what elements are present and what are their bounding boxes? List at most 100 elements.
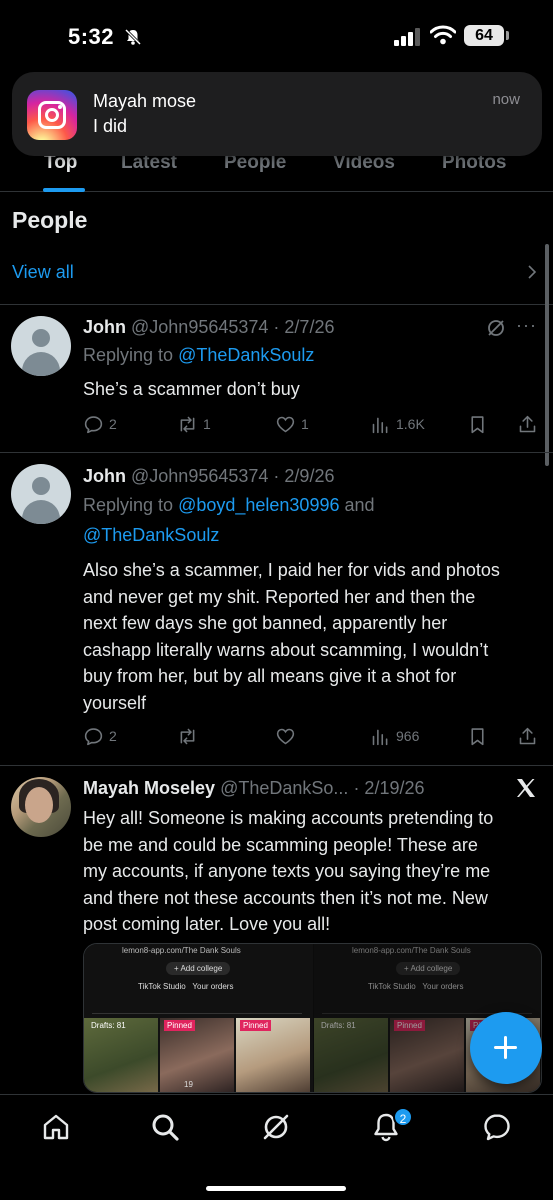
bookmark-button[interactable] <box>467 412 488 436</box>
like-count: 1 <box>301 416 309 432</box>
tweet-actions: 2 966 <box>83 724 543 748</box>
bookmark-icon <box>471 415 484 433</box>
media-text: 19 <box>184 1080 193 1089</box>
media-text: TikTok Studio Your orders <box>138 982 234 991</box>
views-button[interactable]: 966 <box>370 724 419 748</box>
battery-indicator: 64 <box>464 25 504 46</box>
reply-icon <box>84 727 103 745</box>
avatar[interactable] <box>11 316 71 376</box>
bookmark-button[interactable] <box>467 724 488 748</box>
tweet[interactable]: John @John95645374 · 2/7/26 ··· Replying… <box>0 305 553 452</box>
tweet[interactable]: John @John95645374 · 2/9/26 Replying to … <box>0 453 553 765</box>
share-icon <box>519 727 536 744</box>
media-thumb: Pinned <box>236 1018 310 1092</box>
author-handle: @John95645374 <box>131 466 269 486</box>
nav-messages[interactable] <box>481 1111 513 1143</box>
tweet-date: · 2/7/26 <box>273 317 335 337</box>
repost-button[interactable]: 1 <box>177 412 211 436</box>
nav-home[interactable] <box>40 1111 72 1143</box>
avatar[interactable] <box>11 777 71 837</box>
x-logo-icon <box>517 779 535 797</box>
chevron-right-icon <box>528 265 537 279</box>
view-count: 1.6K <box>396 416 425 432</box>
like-button[interactable] <box>275 724 301 748</box>
media-thumb: Drafts: 81 <box>84 1018 158 1092</box>
home-icon <box>43 1114 69 1140</box>
nav-grok[interactable] <box>260 1111 292 1143</box>
signal-icon <box>394 28 420 46</box>
tweet-header: John @John95645374 · 2/9/26 <box>83 466 334 487</box>
bookmark-icon <box>471 727 484 745</box>
media-text: + Add college <box>396 962 461 975</box>
tweet-media[interactable]: lemon8-app.com/The Dank Souls + Add coll… <box>83 943 542 1093</box>
grok-icon <box>263 1114 289 1140</box>
replying-to: Replying to @boyd_helen30996 and @TheDank… <box>83 495 375 545</box>
author-name[interactable]: Mayah Moseley <box>83 778 215 798</box>
repost-button[interactable] <box>177 724 203 748</box>
reply-icon <box>84 415 103 433</box>
notification-sender: Mayah mose <box>93 91 197 111</box>
media-text: lemon8-app.com/The Dank Souls <box>352 946 471 955</box>
like-button[interactable]: 1 <box>275 412 309 436</box>
replying-to: Replying to @TheDankSoulz <box>83 345 315 365</box>
more-options-icon[interactable]: ··· <box>516 315 537 336</box>
mention-link[interactable]: @boyd_helen30996 <box>178 495 339 515</box>
reply-count: 2 <box>109 416 117 432</box>
tweet-text: Also she’s a scammer, I paid her for vid… <box>83 560 500 713</box>
notification-banner[interactable]: Mayah mose I did now <box>12 72 542 156</box>
heart-icon <box>276 416 295 432</box>
analytics-icon <box>372 417 388 433</box>
bell-slash-icon <box>124 28 142 46</box>
repost-icon <box>180 728 195 744</box>
repost-icon <box>180 416 195 432</box>
share-button[interactable] <box>517 412 538 436</box>
share-button[interactable] <box>517 724 538 748</box>
tweet-date: · 2/19/26 <box>353 778 425 798</box>
status-bar: 5:32 64 <box>0 0 553 72</box>
media-text: TikTok Studio Your orders <box>368 982 464 991</box>
instagram-icon <box>27 90 77 140</box>
share-icon <box>519 415 536 432</box>
tweet-header: Mayah Moseley @TheDankSo... · 2/19/26 <box>83 778 425 799</box>
tweet-actions: 2 1 1 1.6K <box>83 412 543 436</box>
search-icon <box>152 1114 179 1141</box>
mention-link[interactable]: @TheDankSoulz <box>83 525 219 545</box>
bottom-nav: 2 <box>0 1094 553 1200</box>
notification-badge: 2 <box>393 1107 413 1127</box>
reply-button[interactable]: 2 <box>83 412 117 436</box>
author-name[interactable]: John <box>83 317 126 337</box>
wifi-icon <box>430 25 456 45</box>
media-thumb: Drafts: 81 <box>314 1018 388 1092</box>
reply-button[interactable]: 2 <box>83 724 117 748</box>
avatar[interactable] <box>11 464 71 524</box>
status-time: 5:32 <box>68 24 115 49</box>
media-icon-row <box>92 1000 302 1014</box>
author-name[interactable]: John <box>83 466 126 486</box>
section-title: People <box>12 207 88 233</box>
author-handle: @John95645374 <box>131 317 269 337</box>
grok-icon[interactable] <box>486 318 506 338</box>
heart-icon <box>276 728 295 744</box>
battery-tip <box>506 31 509 40</box>
reply-count: 2 <box>109 728 117 744</box>
media-thumb: Pinned <box>160 1018 234 1092</box>
view-all-link[interactable]: View all <box>12 262 74 283</box>
view-count: 966 <box>396 728 420 744</box>
notification-time: now <box>492 91 520 108</box>
notification-message: I did <box>93 116 128 136</box>
media-text: lemon8-app.com/The Dank Souls <box>122 946 241 955</box>
tweet-date: · 2/9/26 <box>273 466 335 486</box>
author-handle: @TheDankSo... <box>220 778 349 798</box>
nav-search[interactable] <box>149 1111 181 1143</box>
home-indicator <box>206 1186 346 1191</box>
tweet-header: John @John95645374 · 2/7/26 <box>83 317 334 338</box>
views-button[interactable]: 1.6K <box>370 412 425 436</box>
media-thumb: Pinned <box>390 1018 464 1092</box>
mention-link[interactable]: @TheDankSoulz <box>178 345 314 365</box>
compose-button[interactable] <box>470 1012 542 1084</box>
media-image-left[interactable]: lemon8-app.com/The Dank Souls + Add coll… <box>84 944 313 1092</box>
chat-icon <box>484 1114 510 1141</box>
repost-count: 1 <box>203 416 211 432</box>
tweet-text: Hey all! Someone is making accounts pret… <box>83 808 494 934</box>
analytics-icon <box>372 729 388 745</box>
